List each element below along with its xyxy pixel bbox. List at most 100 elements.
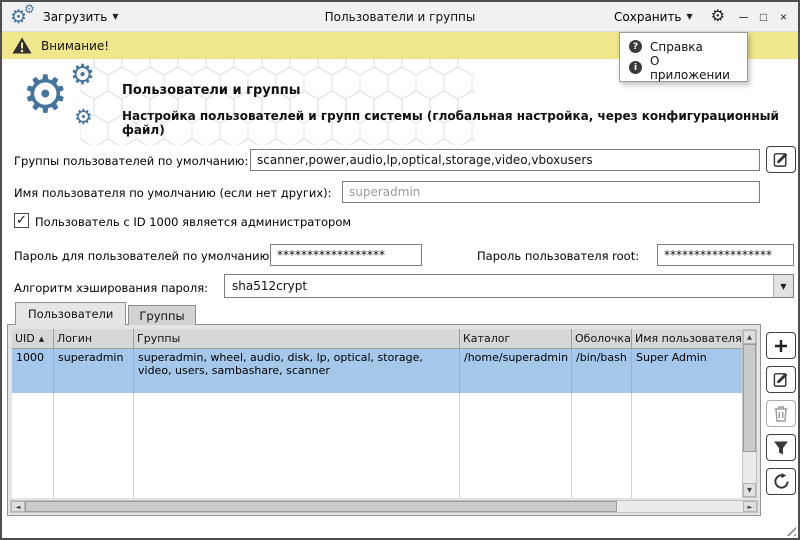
close-button[interactable]: × <box>777 11 790 23</box>
column-header-label: Каталог <box>463 332 510 345</box>
root-password-label: Пароль пользователя root: <box>477 249 639 263</box>
vertical-scrollbar: ▲ ▼ <box>742 329 757 498</box>
minimize-button[interactable]: ─ <box>737 11 750 23</box>
gear-icon: ⚙ <box>74 107 93 128</box>
cell-home: /home/superadmin <box>460 349 572 393</box>
window-controls: ─ □ × <box>737 11 790 23</box>
filter-button[interactable] <box>766 434 796 461</box>
users-table: UID ▲ Логин Группы Каталог Оболочка Имя … <box>12 329 742 498</box>
cell-shell: /bin/bash <box>572 349 632 393</box>
default-groups-label: Группы пользователей по умолчанию: <box>14 154 248 168</box>
save-button-label: Сохранить <box>614 10 682 24</box>
column-header-shell[interactable]: Оболочка <box>572 329 632 349</box>
cell-uid: 1000 <box>12 349 54 393</box>
save-dropdown-menu: ? Справка i О приложении <box>619 32 748 82</box>
hash-algorithm-label: Алгоритм хэширования пароля: <box>14 281 208 295</box>
column-header-label: Имя пользователя <box>635 332 742 345</box>
tab-users[interactable]: Пользователи <box>15 302 126 325</box>
column-header-home[interactable]: Каталог <box>460 329 572 349</box>
column-header-fullname[interactable]: Имя пользователя <box>632 329 742 349</box>
gear-icon: ⚙ <box>70 61 95 89</box>
default-username-input[interactable] <box>342 181 760 203</box>
chevron-down-icon: ▼ <box>687 12 693 21</box>
cell-login: superadmin <box>54 349 134 393</box>
table-empty-column <box>134 393 460 498</box>
app-gears-icon: ⚙ ⚙ <box>10 5 37 29</box>
save-button[interactable]: Сохранить ▼ <box>608 6 699 28</box>
notebook-tabs: Пользователи Группы <box>15 302 196 325</box>
gear-icon: ⚙ <box>24 3 35 15</box>
tab-groups-label: Группы <box>139 309 184 323</box>
chevron-down-icon: ▼ <box>112 12 118 21</box>
menu-item-about[interactable]: i О приложении <box>620 57 747 78</box>
hash-algorithm-value: sha512crypt <box>225 279 773 293</box>
scroll-right-button[interactable]: ► <box>743 501 757 512</box>
delete-user-button[interactable] <box>766 400 796 427</box>
admin-checkbox-label: Пользователь с ID 1000 является админист… <box>35 215 351 229</box>
page-subtitle: Настройка пользователей и групп системы … <box>122 109 787 137</box>
menu-item-label: О приложении <box>650 54 738 82</box>
settings-gear-button[interactable]: ⚙ <box>711 9 725 25</box>
column-header-label: Группы <box>137 332 180 345</box>
table-row[interactable]: 1000 superadmin superadmin, wheel, audio… <box>12 349 742 393</box>
refresh-button[interactable] <box>766 468 796 495</box>
add-user-button[interactable] <box>766 332 796 359</box>
table-empty-column <box>54 393 134 498</box>
column-header-label: UID <box>15 332 35 345</box>
edit-icon <box>773 371 790 388</box>
horizontal-scrollbar: ◄ ► <box>10 500 758 513</box>
load-button-label: Загрузить <box>43 10 107 24</box>
root-password-input[interactable] <box>657 244 794 266</box>
warning-icon <box>12 37 32 54</box>
titlebar: ⚙ ⚙ Загрузить ▼ Пользователи и группы Со… <box>2 2 798 32</box>
cell-groups: superadmin, wheel, audio, disk, lp, opti… <box>134 349 460 393</box>
column-header-groups[interactable]: Группы <box>134 329 460 349</box>
sort-asc-icon: ▲ <box>39 335 44 343</box>
resize-grip[interactable] <box>783 523 796 536</box>
table-empty-column <box>460 393 572 498</box>
users-tab-panel: UID ▲ Логин Группы Каталог Оболочка Имя … <box>7 324 761 516</box>
plus-icon <box>773 338 789 354</box>
filter-icon <box>773 440 789 456</box>
admin-checkbox[interactable]: ✓ <box>14 213 29 228</box>
table-empty-column <box>12 393 54 498</box>
hash-algorithm-select[interactable]: sha512crypt ▼ <box>224 274 794 298</box>
app-window: ⚙ ⚙ Загрузить ▼ Пользователи и группы Со… <box>0 0 800 540</box>
column-header-uid[interactable]: UID ▲ <box>12 329 54 349</box>
default-password-label: Пароль для пользователей по умолчанию: <box>14 249 273 263</box>
tab-groups[interactable]: Группы <box>128 305 195 325</box>
refresh-icon <box>773 473 790 490</box>
table-header-row: UID ▲ Логин Группы Каталог Оболочка Имя … <box>12 329 742 349</box>
table-empty-column <box>572 393 632 498</box>
gear-icon: ⚙ <box>22 69 69 121</box>
titlebar-right: Сохранить ▼ ⚙ ─ □ × <box>608 6 790 28</box>
load-button[interactable]: Загрузить ▼ <box>37 6 124 28</box>
cell-fullname: Super Admin <box>632 349 742 393</box>
edit-icon <box>773 151 790 168</box>
default-password-input[interactable] <box>270 244 422 266</box>
horizontal-scroll-thumb[interactable] <box>25 501 617 512</box>
column-header-login[interactable]: Логин <box>54 329 134 349</box>
column-header-label: Логин <box>57 332 92 345</box>
chevron-down-icon: ▼ <box>773 275 793 297</box>
page-title: Пользователи и группы <box>122 83 300 98</box>
vertical-scroll-thumb[interactable] <box>743 344 756 452</box>
default-groups-input[interactable] <box>250 149 760 171</box>
tab-users-label: Пользователи <box>28 307 113 321</box>
scroll-left-button[interactable]: ◄ <box>11 501 25 512</box>
warning-text: Внимание! <box>41 39 109 53</box>
info-circle-icon: i <box>629 61 642 74</box>
edit-user-button[interactable] <box>766 366 796 393</box>
check-icon: ✓ <box>16 214 27 227</box>
table-empty-column <box>632 393 742 498</box>
help-circle-icon: ? <box>629 40 642 53</box>
users-groups-gears-icon: ⚙ ⚙ ⚙ <box>22 61 116 141</box>
table-empty-area <box>12 393 742 498</box>
default-username-label: Имя пользователя по умолчанию (если нет … <box>14 186 332 200</box>
scroll-down-button[interactable]: ▼ <box>743 483 756 497</box>
column-header-label: Оболочка <box>575 332 631 345</box>
scroll-up-button[interactable]: ▲ <box>743 330 756 344</box>
edit-groups-button[interactable] <box>766 146 796 173</box>
maximize-button[interactable]: □ <box>757 11 770 23</box>
menu-item-label: Справка <box>650 40 703 54</box>
